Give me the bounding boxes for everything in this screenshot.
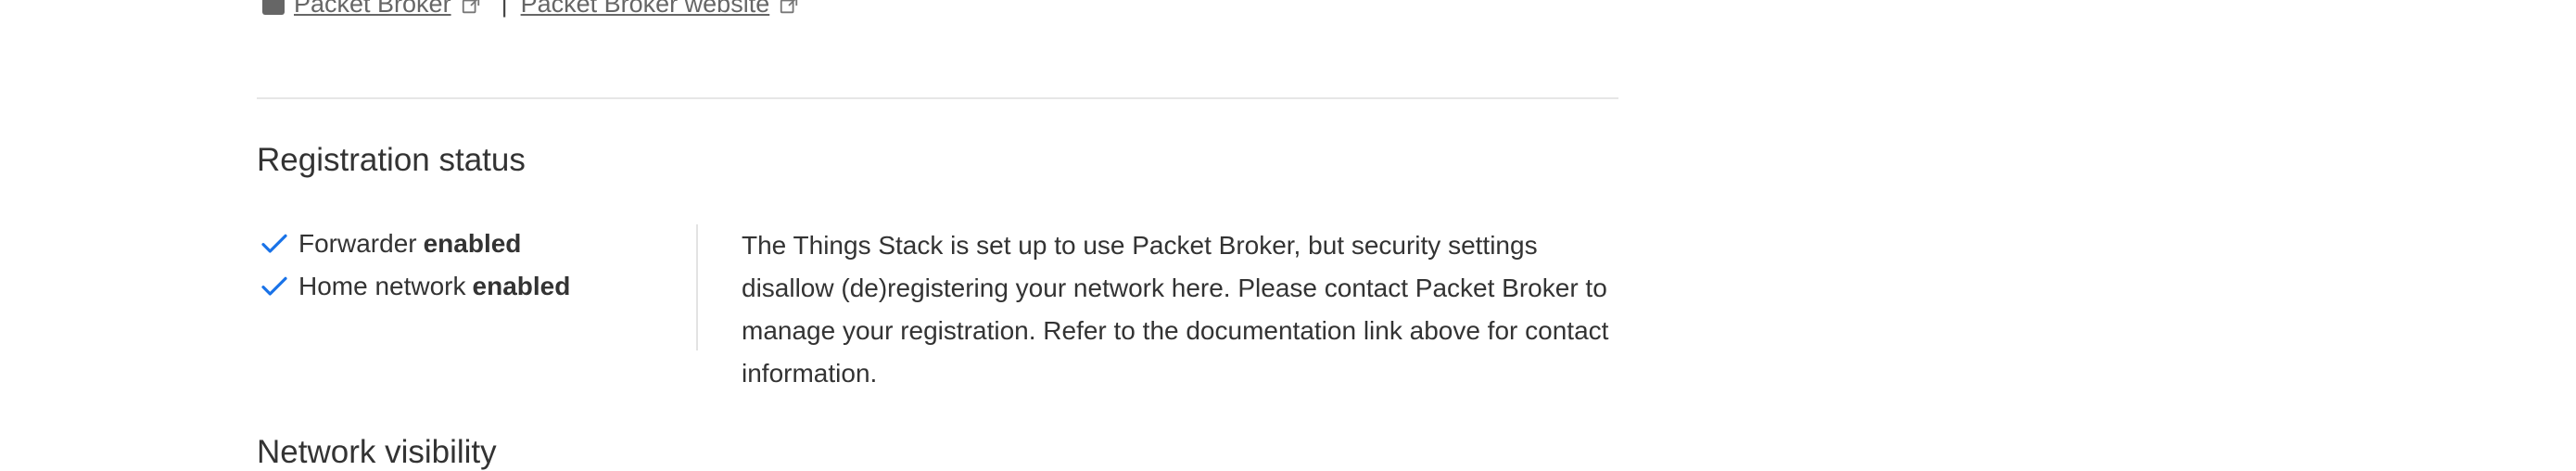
documentation-links: Packet Broker | Packet Broker website bbox=[262, 0, 799, 18]
external-link-icon[interactable] bbox=[461, 0, 481, 14]
checkmark-icon bbox=[260, 229, 289, 259]
external-link-icon[interactable] bbox=[779, 0, 799, 14]
home-network-status: Home network enabled bbox=[260, 265, 570, 308]
registration-status-title: Registration status bbox=[257, 142, 526, 178]
network-visibility-title: Network visibility bbox=[257, 434, 497, 470]
packet-broker-website-link[interactable]: Packet Broker website bbox=[521, 0, 770, 19]
section-divider bbox=[257, 97, 1618, 99]
registration-notice: The Things Stack is set up to use Packet… bbox=[742, 231, 1609, 388]
home-network-value: enabled bbox=[472, 272, 571, 300]
registration-status-list: Forwarder enabled Home network enabled bbox=[260, 223, 570, 308]
forwarder-value: enabled bbox=[423, 229, 522, 258]
checkmark-icon bbox=[260, 272, 289, 301]
forwarder-label: Forwarder bbox=[298, 229, 417, 258]
packet-broker-link[interactable]: Packet Broker bbox=[294, 0, 451, 19]
link-separator: | bbox=[501, 0, 508, 18]
home-network-label: Home network bbox=[298, 272, 466, 300]
forwarder-status: Forwarder enabled bbox=[260, 223, 570, 265]
vertical-divider bbox=[696, 224, 698, 350]
document-icon bbox=[262, 0, 285, 15]
